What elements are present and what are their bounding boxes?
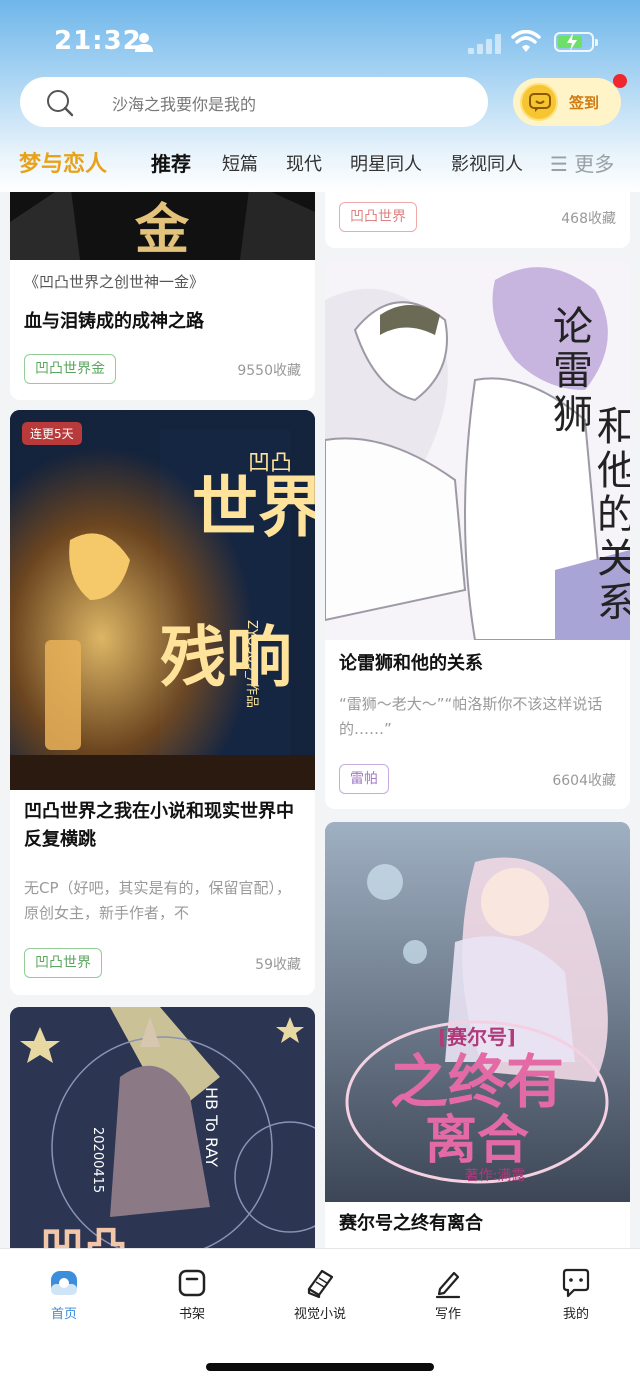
person-icon: [135, 33, 153, 52]
cover-title-text: HB To RAY: [202, 1087, 221, 1167]
cover-title-text: 凹凸: [248, 451, 292, 476]
book-cover: 金: [10, 192, 315, 260]
chat-bubble-icon: [560, 1267, 592, 1299]
book-description: “雷狮～老大～”“帕洛斯你不该这样说话的……”: [339, 695, 603, 738]
cover-title-text: 离合: [425, 1110, 529, 1171]
checkin-coin-icon: [520, 83, 558, 121]
tab-recommend[interactable]: 推荐: [151, 148, 191, 177]
nav-profile[interactable]: 我的: [531, 1267, 621, 1322]
nav-label: 首页: [50, 1307, 77, 1322]
header: 21:32 沙海之我要你是我的 签到 梦与恋人 推荐 短篇 现代 明星同人 影视…: [0, 0, 640, 192]
cover-title-text: [赛尔号]: [438, 1025, 517, 1049]
book-cover: 论雷狮 和他的关系: [325, 260, 630, 640]
book-card[interactable]: 金 《凹凸世界之创世神一金》 血与泪铸成的成神之路 凹凸世界金 9550收藏: [10, 192, 315, 400]
book-title: 赛尔号之终有离合: [339, 1213, 483, 1234]
book-card[interactable]: 论雷狮 和他的关系 论雷狮和他的关系 “雷狮～老大～”“帕洛斯你不该这样说话的……: [325, 260, 630, 809]
book-subtitle: 《凹凸世界之创世神一金》: [24, 273, 205, 291]
book-cover: HB To RAY 20200415 凹凸: [10, 1007, 315, 1248]
checkin-label: 签到: [569, 94, 600, 112]
favorite-count: 9550收藏: [237, 363, 301, 379]
checkin-button[interactable]: 签到: [513, 74, 627, 126]
nav-visual-novel[interactable]: 视觉小说: [275, 1267, 365, 1322]
status-bar: 21:32: [0, 22, 640, 62]
tab-film-fanfic[interactable]: 影视同人: [451, 150, 523, 176]
status-time: 21:32: [54, 26, 142, 56]
notification-dot: [613, 74, 627, 88]
bookshelf-icon: [176, 1267, 208, 1299]
nav-home[interactable]: 首页: [19, 1267, 109, 1322]
nav-label: 视觉小说: [293, 1307, 346, 1322]
search-bar[interactable]: 沙海之我要你是我的: [20, 77, 488, 127]
favorite-count: 59收藏: [255, 957, 301, 973]
svg-text:和他的关系: 和他的关系: [597, 404, 630, 626]
book-tag[interactable]: 凹凸世界: [339, 202, 417, 232]
nav-bookshelf[interactable]: 书架: [147, 1267, 237, 1322]
tab-star-fanfic[interactable]: 明星同人: [350, 150, 422, 176]
nav-label: 书架: [178, 1307, 205, 1322]
book-card[interactable]: 凹凸世界 468收藏: [325, 192, 630, 248]
cellular-signal-icon: [468, 32, 502, 54]
book-title: 凹凸世界之我在小说和现实世界中反复横跳: [24, 801, 294, 850]
search-placeholder: 沙海之我要你是我的: [112, 95, 257, 114]
favorite-count: 468收藏: [561, 211, 616, 227]
book-cover: 世界 残响 凹凸 ZYO309_/作品 连更5天: [10, 410, 315, 790]
cover-title-text: 论雷狮: [553, 304, 593, 438]
cover-title-text: 之终有: [390, 1048, 564, 1116]
home-icon: [48, 1267, 80, 1299]
battery-icon: [554, 32, 598, 52]
nav-label: 我的: [562, 1307, 589, 1322]
book-cover: [赛尔号] 之终有 离合 著作:满露: [325, 822, 630, 1202]
home-indicator[interactable]: [206, 1363, 434, 1371]
book-feed: 金 《凹凸世界之创世神一金》 血与泪铸成的成神之路 凹凸世界金 9550收藏 凹…: [0, 192, 640, 1248]
cover-title-text: 残响: [160, 618, 292, 696]
book-tag[interactable]: 雷帕: [339, 764, 389, 794]
book-tag[interactable]: 凹凸世界: [24, 948, 102, 978]
cover-title-text: 金: [134, 197, 190, 260]
tab-brand[interactable]: 梦与恋人: [19, 146, 107, 178]
nav-write[interactable]: 写作: [403, 1267, 493, 1322]
book-title: 血与泪铸成的成神之路: [24, 311, 204, 332]
book-title: 论雷狮和他的关系: [339, 653, 483, 674]
tab-short[interactable]: 短篇: [222, 150, 258, 176]
cover-title-text: 凹凸: [40, 1223, 128, 1248]
category-tabs: 梦与恋人 推荐 短篇 现代 明星同人 影视同人 ☰ 更多: [0, 140, 640, 184]
wifi-icon: [511, 30, 541, 52]
book-description: 无CP（好吧，其实是有的，保留官配），原创女主，新手作者，不: [24, 879, 292, 922]
book-card[interactable]: 世界 残响 凹凸 ZYO309_/作品 连更5天 凹凸世界之我在小说和现实世界中…: [10, 410, 315, 995]
pen-icon: [432, 1267, 464, 1299]
cover-author-text: ZYO309_/作品: [244, 620, 259, 708]
cover-author-text: 著作:满露: [465, 1168, 526, 1184]
favorite-count: 6604收藏: [552, 773, 616, 789]
cover-title-text: 世界: [192, 468, 315, 546]
book-icon: [304, 1267, 336, 1299]
book-card[interactable]: HB To RAY 20200415 凹凸: [10, 1007, 315, 1248]
nav-label: 写作: [434, 1307, 461, 1322]
search-icon: [47, 90, 74, 117]
cover-date-text: 20200415: [90, 1127, 105, 1193]
book-tag[interactable]: 凹凸世界金: [24, 354, 116, 384]
update-badge: 连更5天: [22, 422, 82, 445]
book-card[interactable]: [赛尔号] 之终有 离合 著作:满露 赛尔号之终有离合: [325, 822, 630, 1248]
tab-more[interactable]: ☰ 更多: [550, 148, 614, 177]
tab-modern[interactable]: 现代: [286, 150, 322, 176]
